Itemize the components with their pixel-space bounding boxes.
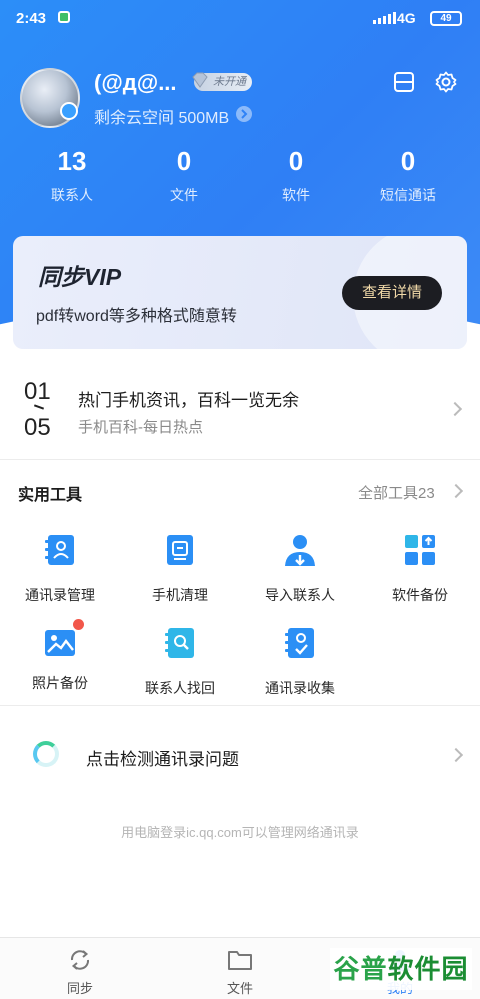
stat-apps[interactable]: 0 软件: [246, 146, 346, 205]
divider: [0, 459, 480, 460]
news-row[interactable]: 01 05 热门手机资讯，百科一览无余 手机百科-每日热点: [0, 370, 480, 458]
stat-sms-calls[interactable]: 0 短信通话: [358, 146, 458, 205]
tool-label: 手机清理: [152, 587, 208, 603]
tool-phone-clean[interactable]: 手机清理: [125, 532, 235, 605]
stat-value: 0: [288, 146, 304, 176]
signal-icon: [373, 12, 396, 24]
notification-dot: [73, 619, 84, 630]
news-title: 热门手机资讯，百科一览无余: [78, 391, 299, 410]
news-subtitle: 手机百科-每日热点: [78, 419, 203, 436]
scan-icon[interactable]: [392, 70, 416, 94]
stat-value: 0: [176, 146, 192, 176]
vip-promo-card[interactable]: 同步VIP pdf转word等多种格式随意转 查看详情: [13, 236, 467, 349]
tool-label: 软件备份: [392, 587, 448, 603]
app-backup-icon: [405, 535, 435, 565]
status-bar: 2:43 4G 49: [0, 0, 480, 38]
divider: [0, 705, 480, 706]
cloud-space-text[interactable]: 剩余云空间 500MB: [94, 104, 229, 128]
detect-contacts-row[interactable]: 点击检测通讯录问题: [0, 708, 480, 800]
chevron-right-icon[interactable]: [236, 106, 252, 122]
tab-files[interactable]: 文件: [200, 946, 280, 997]
username[interactable]: (@д@...: [94, 70, 177, 96]
tab-label: 文件: [226, 981, 253, 996]
view-details-button[interactable]: 查看详情: [342, 276, 442, 310]
stat-label: 软件: [282, 187, 310, 203]
sync-icon: [70, 950, 90, 970]
tab-label: 同步: [66, 981, 93, 996]
stat-files[interactable]: 0 文件: [134, 146, 234, 205]
vip-card-description: pdf转word等多种格式随意转: [36, 308, 237, 325]
footer-note: 用电脑登录ic.qq.com可以管理网络通讯录: [121, 825, 359, 840]
stat-label: 短信通话: [380, 187, 436, 203]
contacts-book-icon: [45, 535, 74, 565]
tool-import-contacts[interactable]: 导入联系人: [245, 532, 355, 605]
vip-status-badge[interactable]: 未开通: [192, 72, 252, 91]
battery-icon: 49: [430, 11, 462, 26]
stat-value: 13: [57, 146, 87, 176]
stat-label: 联系人: [51, 187, 93, 203]
tool-label: 通讯录管理: [25, 587, 95, 603]
tool-photo-backup[interactable]: 照片备份: [5, 619, 115, 693]
photo-backup-icon-wrap: [42, 619, 84, 661]
tool-contacts-manage[interactable]: 通讯录管理: [5, 532, 115, 605]
vip-card-title: 同步VIP: [38, 264, 122, 290]
tool-label: 照片备份: [32, 675, 88, 691]
tool-label: 导入联系人: [265, 587, 335, 603]
photo-backup-icon: [45, 630, 75, 656]
notification-app-icon: [58, 11, 70, 23]
tool-label: 联系人找回: [145, 680, 215, 696]
folder-icon: [228, 951, 252, 970]
scan-ring-icon: [33, 741, 59, 767]
phone-clean-icon: [167, 535, 193, 565]
contacts-collect-icon: [285, 628, 314, 658]
tool-contact-recover[interactable]: 联系人找回: [125, 625, 235, 698]
watermark-text-b: 软件园: [387, 954, 469, 984]
qq-badge-icon: [60, 102, 78, 120]
settings-gear-icon[interactable]: [434, 70, 458, 94]
watermark-text-a: 谷普: [333, 954, 388, 984]
all-tools-link[interactable]: 全部工具23: [358, 482, 435, 503]
tool-app-backup[interactable]: 软件备份: [365, 532, 475, 605]
tools-section-title: 实用工具: [18, 487, 83, 504]
stat-contacts[interactable]: 13 联系人: [22, 146, 122, 205]
tool-label: 通讯录收集: [265, 680, 335, 696]
watermark-logo: 谷普软件园: [330, 948, 472, 990]
stat-label: 文件: [170, 187, 198, 203]
stat-value: 0: [400, 146, 416, 176]
diamond-icon: [192, 72, 208, 88]
network-type: 4G: [397, 10, 416, 26]
detect-contacts-label: 点击检测通讯录问题: [86, 750, 239, 769]
news-date-day: 05: [24, 414, 51, 441]
status-time: 2:43: [16, 10, 47, 27]
chevron-right-icon: [447, 401, 463, 417]
import-contact-icon: [285, 535, 315, 566]
vip-status-text: 未开通: [213, 76, 246, 88]
tool-contacts-collect[interactable]: 通讯录收集: [245, 625, 355, 698]
news-date-month: 01: [24, 378, 51, 405]
chevron-right-icon[interactable]: [448, 483, 464, 499]
chevron-right-icon: [448, 747, 464, 763]
contact-recover-icon: [165, 628, 194, 658]
tab-sync[interactable]: 同步: [40, 946, 120, 997]
